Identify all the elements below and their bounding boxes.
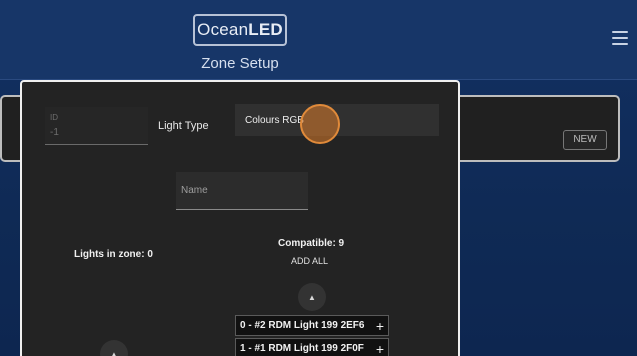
id-field-value: -1 — [50, 127, 59, 138]
app-header: Ocean LED Zone Setup — [0, 0, 637, 80]
lights-in-zone-count: Lights in zone: 0 — [74, 249, 153, 260]
hamburger-icon[interactable] — [612, 31, 628, 45]
chevron-up-icon: ▲ — [308, 292, 316, 302]
light-item-label: 1 - #1 RDM Light 199 2F0F — [240, 343, 364, 354]
page-title: Zone Setup — [201, 55, 279, 72]
new-zone-button[interactable]: NEW — [563, 130, 607, 150]
logo-text-bold: LED — [248, 20, 283, 39]
compatible-count: Compatible: 9 — [278, 238, 345, 249]
oceanled-logo: Ocean LED — [193, 14, 287, 46]
compatible-light-item[interactable]: 0 - #2 RDM Light 199 2EF6 + — [235, 315, 389, 336]
name-input[interactable]: Name — [176, 172, 308, 210]
light-type-label: Light Type — [158, 120, 209, 132]
light-item-label: 0 - #2 RDM Light 199 2EF6 — [240, 320, 365, 331]
touch-indicator — [300, 104, 340, 144]
name-placeholder: Name — [181, 185, 208, 196]
plus-icon[interactable]: + — [376, 319, 384, 333]
chevron-up-icon: ▲ — [110, 349, 118, 356]
light-type-value: Colours RGB — [245, 115, 304, 126]
add-all-button[interactable]: ADD ALL — [291, 256, 328, 266]
id-field-label: ID — [50, 113, 58, 122]
logo-text-regular: Ocean — [197, 20, 249, 39]
zone-scroll-up-button[interactable]: ▲ — [100, 340, 128, 356]
compatible-scroll-up-button[interactable]: ▲ — [298, 283, 326, 311]
compatible-light-item[interactable]: 1 - #1 RDM Light 199 2F0F + — [235, 338, 389, 356]
id-field: ID -1 — [45, 107, 148, 145]
zone-setup-dialog: ID -1 Light Type Colours RGB Name Lights… — [20, 80, 460, 356]
plus-icon[interactable]: + — [376, 342, 384, 356]
